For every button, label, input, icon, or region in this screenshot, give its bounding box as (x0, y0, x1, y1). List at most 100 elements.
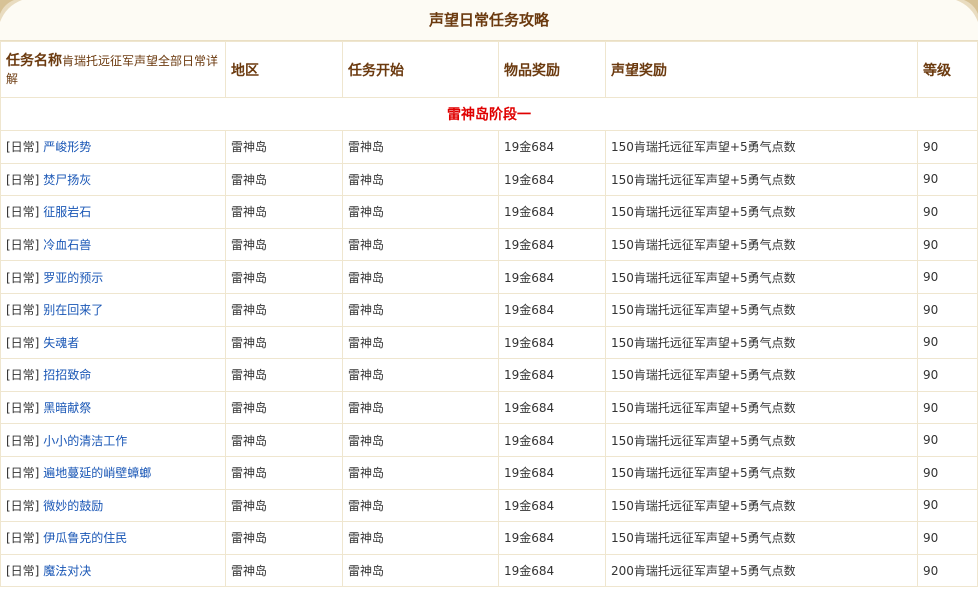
rep-reward-cell: 150肯瑞托远征军声望+5勇气点数 (605, 162, 918, 197)
start-cell: 雷神岛 (342, 455, 499, 490)
quest-name-cell: [日常] 黑暗献祭 (0, 390, 226, 425)
start-cell: 雷神岛 (342, 553, 499, 588)
column-header-region: 地区 (225, 41, 343, 98)
region-cell: 雷神岛 (225, 130, 343, 164)
item-reward-cell: 19金684 (498, 227, 606, 262)
quest-link[interactable]: 别在回来了 (43, 303, 103, 317)
level-cell: 90 (917, 292, 978, 327)
region-cell: 雷神岛 (225, 488, 343, 523)
quest-tag: [日常] (6, 335, 40, 350)
decorative-corner-icon (0, 0, 28, 28)
quest-name-cell: [日常] 招招致命 (0, 358, 226, 392)
quest-name-cell: [日常] 失魂者 (0, 325, 226, 360)
quest-link[interactable]: 伊瓜鲁克的住民 (43, 531, 127, 545)
rep-reward-cell: 150肯瑞托远征军声望+5勇气点数 (605, 423, 918, 457)
rep-reward-cell: 150肯瑞托远征军声望+5勇气点数 (605, 130, 918, 164)
region-cell: 雷神岛 (225, 325, 343, 360)
region-cell: 雷神岛 (225, 260, 343, 294)
region-cell: 雷神岛 (225, 521, 343, 555)
region-cell: 雷神岛 (225, 358, 343, 392)
quest-name-cell: [日常] 严峻形势 (0, 130, 226, 164)
column-header-quest-name: 任务名称肯瑞托远征军声望全部日常详解 (0, 41, 226, 98)
item-reward-cell: 19金684 (498, 390, 606, 425)
item-reward-cell: 19金684 (498, 521, 606, 555)
region-cell: 雷神岛 (225, 390, 343, 425)
column-header-level: 等级 (917, 41, 978, 98)
quest-tag: [日常] (6, 531, 40, 546)
quest-link[interactable]: 遍地蔓延的峭壁蟑螂 (43, 466, 151, 480)
rep-reward-cell: 150肯瑞托远征军声望+5勇气点数 (605, 325, 918, 360)
item-reward-cell: 19金684 (498, 358, 606, 392)
level-cell: 90 (917, 358, 978, 392)
quest-tag: [日常] (6, 433, 40, 448)
table-row: [日常] 失魂者 雷神岛 雷神岛 19金684 150肯瑞托远征军声望+5勇气点数 90 (0, 325, 978, 360)
rep-reward-cell: 150肯瑞托远征军声望+5勇气点数 (605, 390, 918, 425)
level-cell: 90 (917, 260, 978, 294)
quest-name-cell: [日常] 征服岩石 (0, 195, 226, 229)
table-row: [日常] 罗亚的预示 雷神岛 雷神岛 19金684 150肯瑞托远征军声望+5勇气点数 9… (0, 260, 978, 294)
quest-link[interactable]: 黑暗献祭 (43, 401, 91, 415)
quest-name-cell: [日常] 焚尸扬灰 (0, 162, 226, 197)
quest-tag: [日常] (6, 368, 40, 383)
quest-link[interactable]: 严峻形势 (43, 140, 91, 154)
quest-name-cell: [日常] 遍地蔓延的峭壁蟑螂 (0, 455, 226, 490)
level-cell: 90 (917, 325, 978, 360)
quest-name-cell: [日常] 别在回来了 (0, 292, 226, 327)
quest-link[interactable]: 罗亚的预示 (43, 271, 103, 285)
start-cell: 雷神岛 (342, 325, 499, 360)
level-cell: 90 (917, 455, 978, 490)
table-row: [日常] 冷血石兽 雷神岛 雷神岛 19金684 150肯瑞托远征军声望+5勇气点数 90 (0, 227, 978, 262)
item-reward-cell: 19金684 (498, 423, 606, 457)
region-cell: 雷神岛 (225, 553, 343, 588)
quest-link[interactable]: 小小的清洁工作 (43, 434, 127, 448)
quest-link[interactable]: 焚尸扬灰 (43, 173, 91, 187)
level-cell: 90 (917, 390, 978, 425)
quest-tag: [日常] (6, 238, 40, 253)
rep-reward-cell: 150肯瑞托远征军声望+5勇气点数 (605, 521, 918, 555)
quest-tag: [日常] (6, 498, 40, 513)
rep-reward-cell: 150肯瑞托远征军声望+5勇气点数 (605, 227, 918, 262)
column-header-quest-name-main: 任务名称 (6, 52, 62, 69)
quest-name-cell: [日常] 微妙的鼓励 (0, 488, 226, 523)
level-cell: 90 (917, 227, 978, 262)
column-header-rep-reward: 声望奖励 (605, 41, 918, 98)
rep-reward-cell: 150肯瑞托远征军声望+5勇气点数 (605, 195, 918, 229)
item-reward-cell: 19金684 (498, 455, 606, 490)
start-cell: 雷神岛 (342, 227, 499, 262)
item-reward-cell: 19金684 (498, 162, 606, 197)
quest-tag: [日常] (6, 205, 40, 220)
table-row: [日常] 伊瓜鲁克的住民 雷神岛 雷神岛 19金684 150肯瑞托远征军声望+5勇气点… (0, 521, 978, 555)
quest-link[interactable]: 征服岩石 (43, 205, 91, 219)
region-cell: 雷神岛 (225, 292, 343, 327)
table-row: [日常] 别在回来了 雷神岛 雷神岛 19金684 150肯瑞托远征军声望+5勇气点数 9… (0, 292, 978, 327)
quest-link[interactable]: 招招致命 (43, 368, 91, 382)
rep-reward-cell: 200肯瑞托远征军声望+5勇气点数 (605, 553, 918, 588)
quest-tag: [日常] (6, 172, 40, 187)
decorative-corner-icon (950, 0, 978, 28)
quest-link[interactable]: 失魂者 (43, 336, 79, 350)
item-reward-cell: 19金684 (498, 195, 606, 229)
table-row: [日常] 小小的清洁工作 雷神岛 雷神岛 19金684 150肯瑞托远征军声望+5勇气点… (0, 423, 978, 457)
strategy-page: 声望日常任务攻略 任务名称肯瑞托远征军声望全部日常详解 地区 任务开始 物品奖励… (0, 0, 978, 593)
section-title: 雷神岛阶段一 (0, 97, 978, 131)
level-cell: 90 (917, 423, 978, 457)
quest-tag: [日常] (6, 270, 40, 285)
column-header-item-reward: 物品奖励 (498, 41, 606, 98)
level-cell: 90 (917, 195, 978, 229)
quest-tag: [日常] (6, 466, 40, 481)
quest-link[interactable]: 魔法对决 (43, 564, 91, 578)
table-row: [日常] 遍地蔓延的峭壁蟑螂 雷神岛 雷神岛 19金684 150肯瑞托远征军声望+5勇… (0, 455, 978, 490)
rep-reward-cell: 150肯瑞托远征军声望+5勇气点数 (605, 358, 918, 392)
table-row: [日常] 征服岩石 雷神岛 雷神岛 19金684 150肯瑞托远征军声望+5勇气点数 90 (0, 195, 978, 229)
table-row: [日常] 焚尸扬灰 雷神岛 雷神岛 19金684 150肯瑞托远征军声望+5勇气点数 90 (0, 162, 978, 197)
start-cell: 雷神岛 (342, 488, 499, 523)
table-header-row: 任务名称肯瑞托远征军声望全部日常详解 地区 任务开始 物品奖励 声望奖励 等级 (0, 41, 978, 98)
rep-reward-cell: 150肯瑞托远征军声望+5勇气点数 (605, 488, 918, 523)
start-cell: 雷神岛 (342, 162, 499, 197)
region-cell: 雷神岛 (225, 162, 343, 197)
table-row: [日常] 招招致命 雷神岛 雷神岛 19金684 150肯瑞托远征军声望+5勇气点数 90 (0, 358, 978, 392)
table-row: [日常] 魔法对决 雷神岛 雷神岛 19金684 200肯瑞托远征军声望+5勇气点数 90 (0, 553, 978, 588)
quest-link[interactable]: 冷血石兽 (43, 238, 91, 252)
item-reward-cell: 19金684 (498, 292, 606, 327)
quest-link[interactable]: 微妙的鼓励 (43, 499, 103, 513)
